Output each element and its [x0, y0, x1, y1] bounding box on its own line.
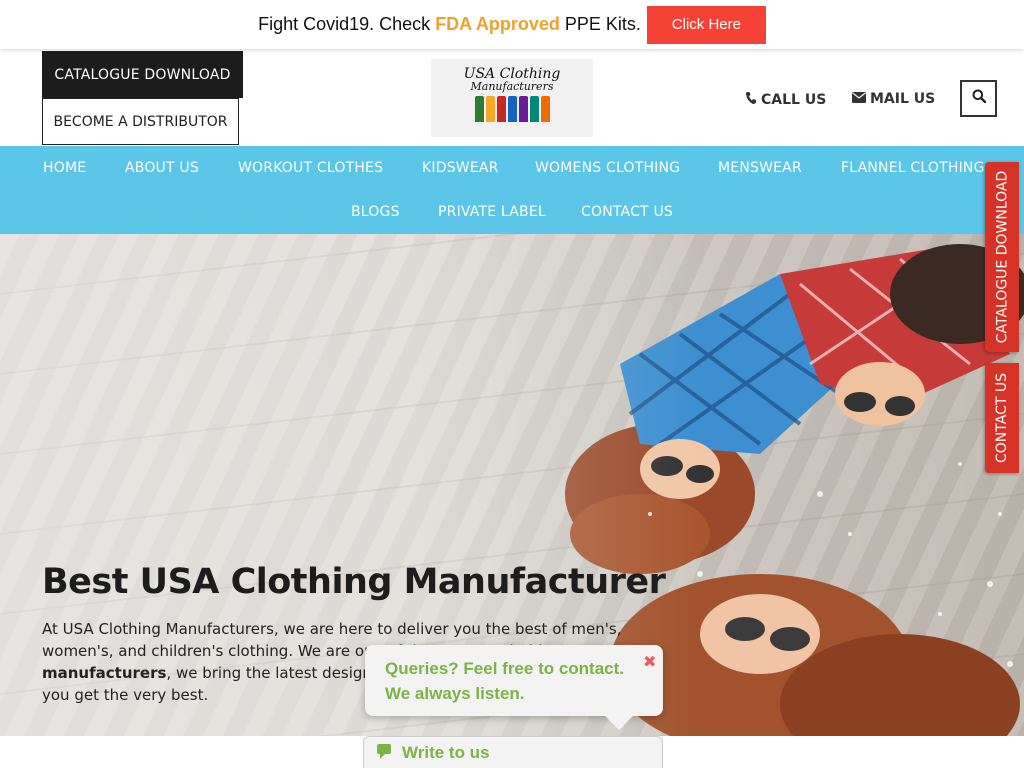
promo-text-before: Fight Covid19. Check	[258, 14, 436, 34]
nav-contact-us[interactable]: CONTACT US	[581, 204, 673, 220]
chat-message: Queries? Feel free to contact. We always…	[385, 659, 625, 703]
logo-shirts-graphic	[474, 96, 550, 122]
search-icon	[972, 89, 986, 108]
hero-title: Best USA Clothing Manufacturer	[42, 562, 666, 602]
side-tab-contact-label: CONTACT US	[994, 373, 1011, 463]
call-us-link[interactable]: CALL US	[745, 91, 826, 109]
catalogue-download-button[interactable]: CATALOGUE DOWNLOAD	[42, 51, 243, 98]
nav-private-label[interactable]: PRIVATE LABEL	[438, 204, 546, 220]
side-tab-contact-us[interactable]: CONTACT US	[985, 363, 1019, 473]
logo-line2: Manufacturers	[470, 80, 554, 93]
hero-para-1: At USA Clothing Manufacturers, we are he…	[42, 620, 622, 638]
call-us-label: CALL US	[761, 92, 827, 108]
nav-womens-clothing[interactable]: WOMENS CLOTHING	[535, 160, 680, 176]
become-distributor-button[interactable]: BECOME A DISTRIBUTOR	[42, 98, 239, 145]
hero-para-4: you get the very best.	[42, 686, 209, 704]
nav-home[interactable]: HOME	[43, 160, 86, 176]
chat-icon	[376, 742, 394, 765]
side-tab-catalogue-label: CATALOGUE DOWNLOAD	[994, 170, 1011, 344]
envelope-icon	[852, 91, 866, 107]
site-logo[interactable]: USA Clothing Manufacturers	[431, 59, 593, 137]
promo-bar: Fight Covid19. Check FDA Approved PPE Ki…	[0, 0, 1024, 49]
write-to-us-bar[interactable]: Write to us	[363, 736, 663, 768]
nav-menswear[interactable]: MENSWEAR	[718, 160, 802, 176]
nav-flannel-clothing[interactable]: FLANNEL CLOTHING	[841, 160, 985, 176]
phone-icon	[745, 91, 757, 109]
mail-us-label: MAIL US	[870, 91, 936, 107]
nav-kidswear[interactable]: KIDSWEAR	[422, 160, 499, 176]
close-icon[interactable]: ✖	[643, 652, 656, 672]
nav-workout-clothes[interactable]: WORKOUT CLOTHES	[238, 160, 383, 176]
hero-para-bold: manufacturers	[42, 664, 167, 682]
chat-popup-tail	[605, 716, 633, 730]
promo-highlight: FDA Approved	[435, 14, 560, 34]
promo-text: Fight Covid19. Check FDA Approved PPE Ki…	[258, 14, 641, 35]
click-here-button[interactable]: Click Here	[646, 5, 766, 44]
main-nav: HOME ABOUT US WORKOUT CLOTHES KIDSWEAR W…	[0, 146, 1024, 234]
search-button[interactable]	[960, 80, 997, 117]
side-tab-catalogue-download[interactable]: CATALOGUE DOWNLOAD	[985, 162, 1019, 352]
write-to-us-label: Write to us	[402, 743, 490, 762]
chat-popup[interactable]: Queries? Feel free to contact. We always…	[365, 645, 663, 730]
nav-blogs[interactable]: BLOGS	[351, 204, 400, 220]
site-header: CATALOGUE DOWNLOAD BECOME A DISTRIBUTOR …	[0, 49, 1024, 146]
logo-line1: USA Clothing	[463, 66, 561, 82]
mail-us-link[interactable]: MAIL US	[852, 91, 935, 107]
nav-about-us[interactable]: ABOUT US	[125, 160, 199, 176]
promo-text-after: PPE Kits.	[559, 14, 641, 34]
